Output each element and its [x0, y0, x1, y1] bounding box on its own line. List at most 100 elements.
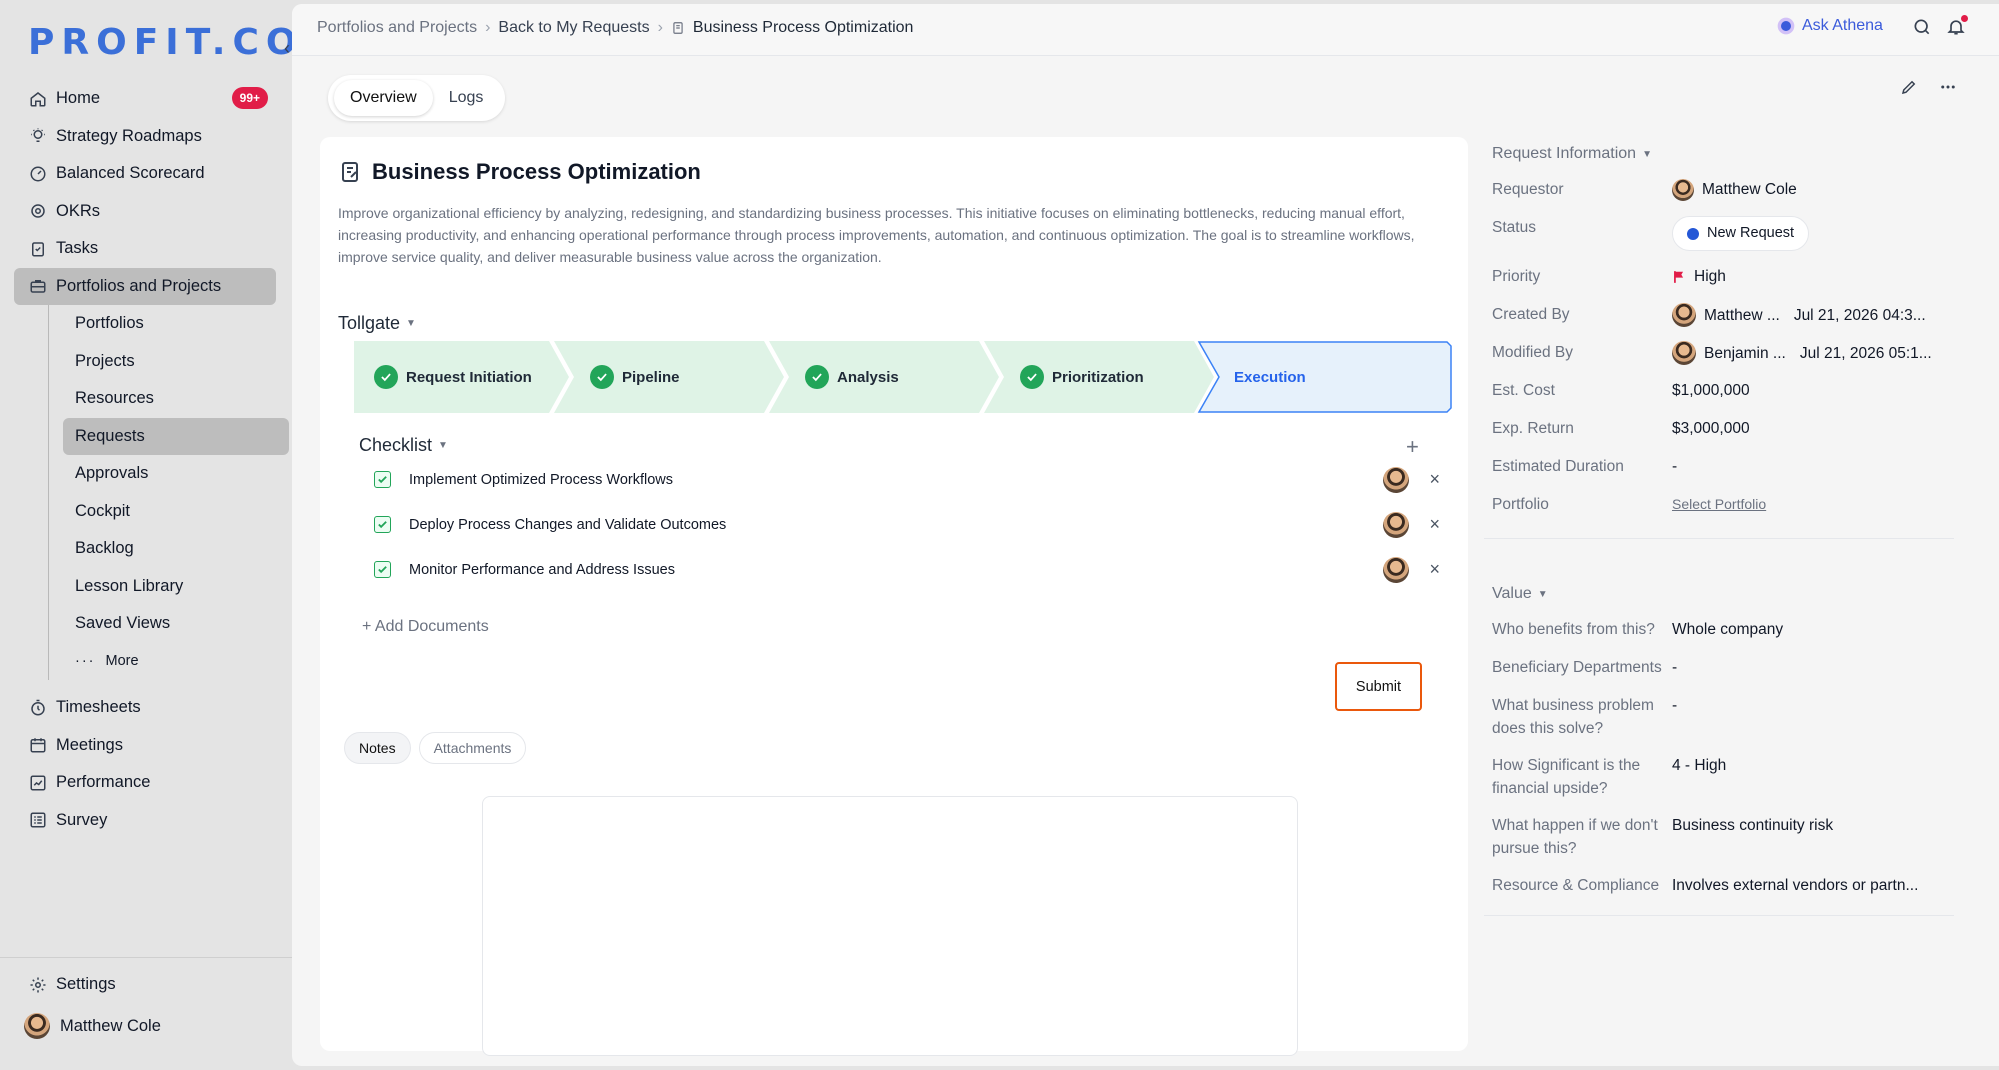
checklist-actions: × — [1383, 556, 1440, 583]
stage-request-initiation[interactable]: Request Initiation — [374, 341, 532, 413]
notes-editor[interactable] — [482, 796, 1298, 1056]
stage-pipeline[interactable]: Pipeline — [590, 341, 680, 413]
nav-label: Home — [56, 89, 101, 108]
page-title: Business Process Optimization — [338, 159, 701, 185]
value-row: How Significant is the financial upside?… — [1484, 747, 1954, 807]
stage-execution[interactable]: Execution — [1234, 341, 1306, 413]
request-information-section: Request Information ▼ Requestor Matthew C… — [1484, 137, 1954, 539]
more-options-icon[interactable] — [1938, 78, 1958, 96]
tab-notes[interactable]: Notes — [344, 732, 411, 764]
nav-okrs[interactable]: OKRs — [14, 193, 276, 231]
value-row: Beneficiary Departments - — [1484, 649, 1954, 687]
notification-dot — [1961, 15, 1968, 22]
nav-portfolios-and-projects[interactable]: Portfolios and Projects — [14, 267, 276, 305]
checklist-text[interactable]: Implement Optimized Process Workflows — [409, 472, 673, 488]
check-circle-icon — [374, 365, 398, 389]
avatar[interactable] — [1383, 466, 1410, 493]
stage-prioritization[interactable]: Prioritization — [1020, 341, 1144, 413]
nav-projects[interactable]: Projects — [63, 343, 289, 381]
chevron-down-icon: ▼ — [1537, 588, 1548, 600]
portfolio-row: Portfolio Select Portfolio — [1484, 486, 1954, 524]
select-portfolio-link[interactable]: Select Portfolio — [1672, 493, 1766, 516]
stage-label: Pipeline — [622, 368, 680, 386]
section-label: Request Information — [1492, 145, 1637, 162]
status-dot-icon — [1687, 227, 1699, 240]
avatar[interactable] — [1383, 511, 1410, 538]
tollgate-label: Tollgate — [338, 313, 401, 333]
user-profile[interactable]: Matthew Cole — [14, 1008, 276, 1046]
collapse-sidebar-icon[interactable]: ‹ — [284, 38, 290, 59]
created-date: Jul 21, 2026 04:3... — [1793, 306, 1926, 324]
submit-button[interactable]: Submit — [1335, 662, 1422, 711]
field-value[interactable]: High — [1672, 265, 1954, 288]
nav-tasks[interactable]: Tasks — [14, 230, 276, 268]
requestor-row: Requestor Matthew Cole — [1484, 171, 1954, 209]
close-icon[interactable]: × — [1429, 559, 1440, 580]
search-icon[interactable] — [1912, 17, 1932, 37]
view-tabs: Overview Logs — [328, 75, 506, 121]
field-label: How Significant is the financial upside? — [1492, 757, 1641, 797]
tab-attachments[interactable]: Attachments — [418, 732, 527, 764]
checklist-text[interactable]: Monitor Performance and Address Issues — [409, 562, 675, 578]
nav-meetings[interactable]: Meetings — [14, 727, 276, 765]
checkbox[interactable] — [374, 561, 391, 578]
checkbox[interactable] — [374, 471, 391, 488]
user-name: Matthew Cole — [60, 1016, 161, 1035]
nav-lesson-library[interactable]: Lesson Library — [63, 568, 289, 606]
main-nav: Home 99+ Strategy Roadmaps Balanced Scor… — [14, 80, 289, 680]
field-label: Created By — [1492, 306, 1570, 323]
tollgate-header[interactable]: Tollgate ▼ — [338, 313, 416, 334]
avatar[interactable] — [1383, 556, 1410, 583]
tab-logs[interactable]: Logs — [433, 80, 500, 116]
checklist-actions: × — [1383, 511, 1440, 538]
nav-survey[interactable]: Survey — [14, 802, 276, 840]
main-area: Portfolios and Projects › Back to My Req… — [292, 4, 1999, 1066]
nav-label: Survey — [56, 810, 108, 829]
request-information-header[interactable]: Request Information ▼ — [1484, 137, 1954, 171]
status-badge[interactable]: New Request — [1672, 216, 1810, 251]
nav-cockpit[interactable]: Cockpit — [63, 493, 289, 531]
close-icon[interactable]: × — [1429, 514, 1440, 535]
avatar — [1672, 303, 1696, 327]
breadcrumb-portfolios[interactable]: Portfolios and Projects — [317, 19, 477, 37]
nav-resources[interactable]: Resources — [63, 380, 289, 418]
field-value: Business continuity risk — [1672, 817, 1834, 834]
nav-more[interactable]: ··· More — [63, 643, 289, 681]
nav-saved-views[interactable]: Saved Views — [63, 605, 289, 643]
field-label: What business problem does this solve? — [1492, 697, 1654, 737]
field-value: Involves external vendors or partn... — [1672, 877, 1919, 894]
nav-portfolios[interactable]: Portfolios — [63, 305, 289, 343]
pencil-icon[interactable] — [1900, 78, 1918, 96]
nav-performance[interactable]: Performance — [14, 764, 276, 802]
add-documents-label: Add Documents — [374, 618, 489, 635]
field-label: What happen if we don't pursue this? — [1492, 817, 1658, 857]
ask-athena-button[interactable]: Ask Athena — [1776, 16, 1883, 36]
profitco-logo[interactable]: PROFIT.CO — [28, 22, 296, 63]
nav-requests[interactable]: Requests — [63, 417, 289, 455]
nav-home[interactable]: Home 99+ — [14, 80, 276, 118]
nav-timesheets[interactable]: Timesheets — [14, 689, 276, 727]
nav-backlog[interactable]: Backlog — [63, 530, 289, 568]
value-header[interactable]: Value ▼ — [1484, 577, 1954, 611]
tab-overview[interactable]: Overview — [334, 80, 433, 116]
checkbox[interactable] — [374, 516, 391, 533]
stage-analysis[interactable]: Analysis — [805, 341, 899, 413]
sidebar: PROFIT.CO ‹ Home 99+ Strategy Roadmaps B… — [0, 0, 296, 1070]
home-icon — [28, 89, 48, 109]
field-label: Est. Cost — [1492, 382, 1555, 399]
field-value: - — [1672, 458, 1678, 475]
nav-label: Performance — [56, 773, 151, 792]
add-documents-button[interactable]: + Add Documents — [362, 618, 489, 636]
checklist-text[interactable]: Deploy Process Changes and Validate Outc… — [409, 517, 726, 533]
nav-approvals[interactable]: Approvals — [63, 455, 289, 493]
bell-icon[interactable] — [1946, 15, 1968, 37]
nav-strategy-roadmaps[interactable]: Strategy Roadmaps — [14, 118, 276, 156]
field-label: Requestor — [1492, 181, 1564, 198]
breadcrumb-back-to-requests[interactable]: Back to My Requests — [498, 19, 649, 37]
nav-balanced-scorecard[interactable]: Balanced Scorecard — [14, 155, 276, 193]
nav-label: Backlog — [75, 539, 134, 558]
close-icon[interactable]: × — [1429, 469, 1440, 490]
field-label: Estimated Duration — [1492, 458, 1624, 475]
nav-settings[interactable]: Settings — [14, 966, 276, 1004]
checklist-header[interactable]: Checklist ▼ — [359, 435, 448, 456]
